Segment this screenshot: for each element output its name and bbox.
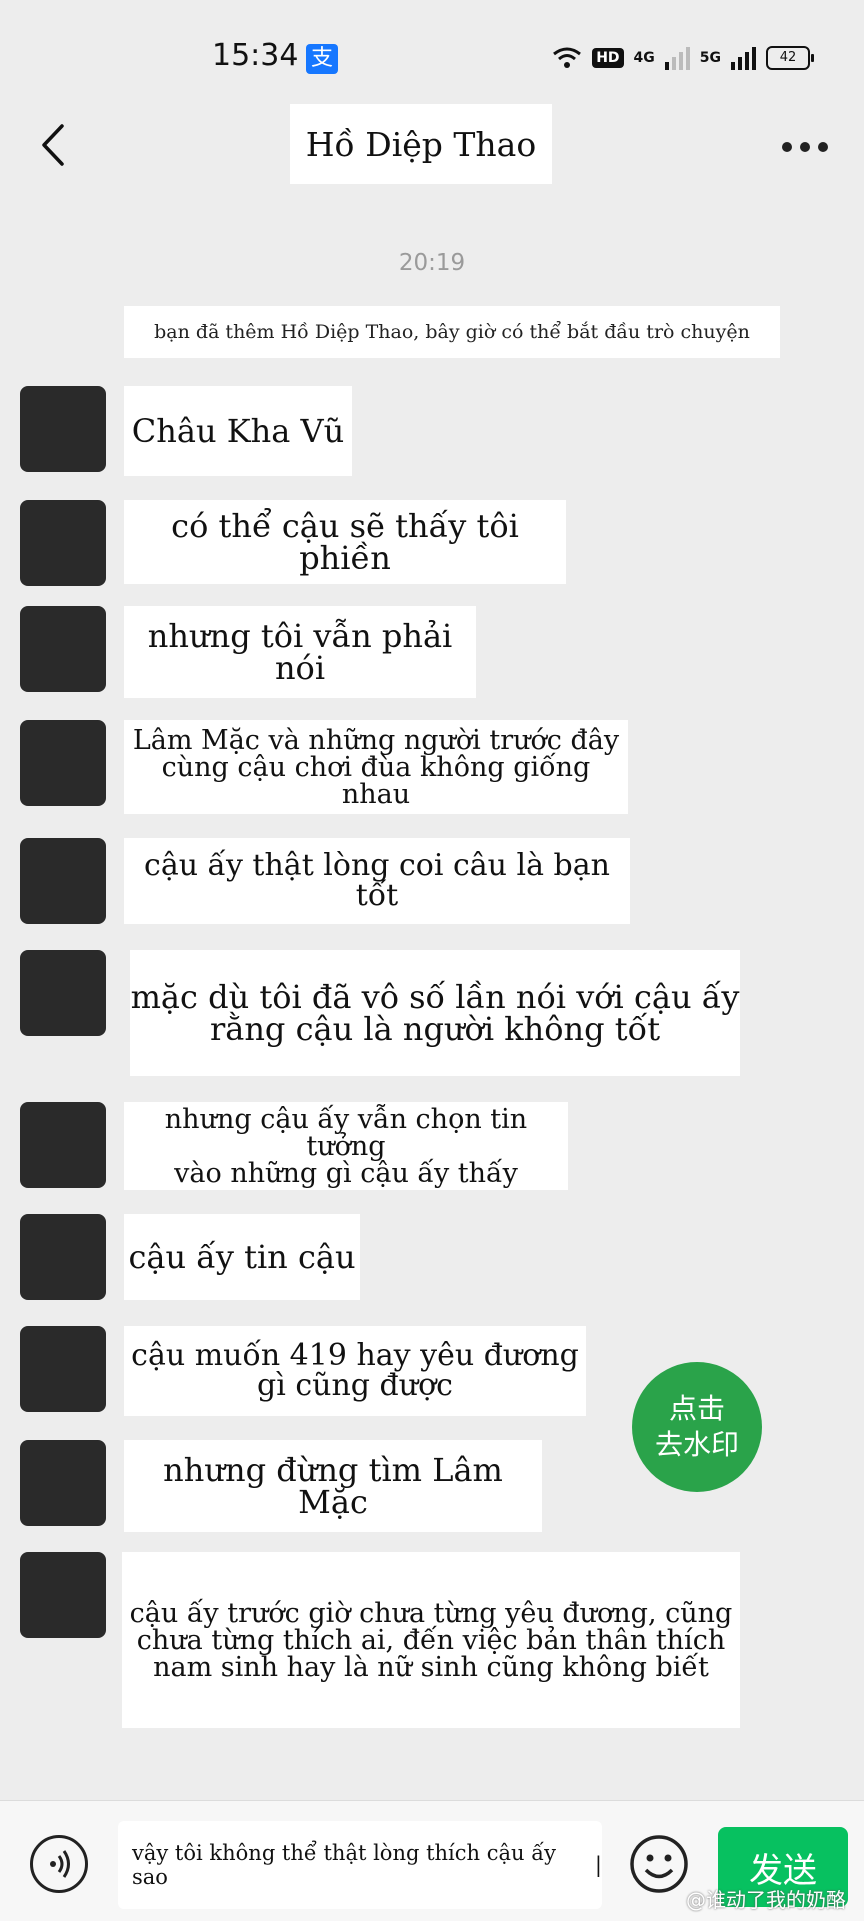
message-text-line: cùng cậu chơi đùa không giống nhau [161, 751, 591, 810]
message-bubble: cậu muốn 419 hay yêu đương gì cũng được [124, 1326, 586, 1416]
avatar[interactable] [20, 1102, 106, 1188]
message-bubble: nhưng đừng tìm Lâm Mặc [124, 1440, 542, 1532]
more-button[interactable] [782, 142, 828, 152]
message-text-line: vào những gì cậu ấy thấy [174, 1157, 518, 1189]
message-text-line: cậu ấy trước giờ chưa từng yêu đương, cũ… [129, 1597, 733, 1629]
chat-header: Hồ Diệp Thao [0, 100, 864, 200]
avatar[interactable] [20, 720, 106, 806]
voice-icon [50, 1850, 70, 1878]
avatar[interactable] [20, 1214, 106, 1300]
network-4g-label: 4G [633, 50, 655, 66]
message-row: cậu ấy thật lòng coi câu là bạn tốt [0, 838, 864, 928]
message-bubble: cậu ấy trước giờ chưa từng yêu đương, cũ… [122, 1552, 740, 1728]
status-indicators: HD 4G 5G 42 [552, 42, 814, 74]
chat-title: Hồ Diệp Thao [290, 104, 552, 184]
message-bubble: có thể cậu sẽ thấy tôi phiền [124, 500, 566, 584]
message-text-line: nhưng cậu ấy vẫn chọn tin tưởng [164, 1103, 528, 1162]
text-cursor: | [594, 1853, 602, 1877]
message-bubble: Châu Kha Vũ [124, 386, 352, 476]
remove-watermark-line1: 点击 [668, 1391, 725, 1425]
message-row: có thể cậu sẽ thấy tôi phiền [0, 500, 864, 590]
signal-bars-icon [664, 46, 690, 70]
watermark-credit: @谁动了我的奶酪 [686, 1888, 846, 1912]
avatar[interactable] [20, 1440, 106, 1526]
message-text: nhưng tôi vẫn phải nói [147, 617, 453, 687]
remove-watermark-button[interactable]: 点击 去水印 [632, 1362, 762, 1492]
message-bubble: mặc dù tôi đã vô số lần nói với cậu ấy r… [130, 950, 740, 1076]
message-bubble: nhưng cậu ấy vẫn chọn tin tưởng vào nhữn… [124, 1102, 568, 1190]
alipay-icon: 支 [306, 44, 338, 74]
message-input[interactable]: vậy tôi không thể thật lòng thích cậu ấy… [118, 1821, 602, 1909]
emoji-icon [630, 1835, 688, 1893]
wifi-icon [553, 47, 582, 68]
message-text: nhưng đừng tìm Lâm Mặc [163, 1451, 503, 1521]
message-timestamp: 20:19 [398, 250, 466, 276]
emoji-button[interactable] [628, 1833, 690, 1895]
hd-badge: HD [592, 48, 624, 68]
message-bubble: cậu ấy thật lòng coi câu là bạn tốt [124, 838, 630, 924]
chevron-left-icon [42, 124, 64, 166]
back-button[interactable] [34, 120, 74, 170]
avatar[interactable] [20, 1552, 106, 1638]
message-row: cậu ấy trước giờ chưa từng yêu đương, cũ… [0, 1552, 864, 1734]
voice-button[interactable] [30, 1835, 88, 1893]
message-text: Châu Kha Vũ [131, 412, 345, 450]
system-note: bạn đã thêm Hồ Diệp Thao, bây giờ có thể… [124, 306, 780, 358]
battery-icon: 42 [766, 46, 814, 70]
network-5g-label: 5G [699, 50, 721, 66]
message-row: nhưng tôi vẫn phải nói [0, 606, 864, 702]
message-text-line: mặc dù tôi đã vô số lần nói với cậu ấy [130, 978, 740, 1016]
more-dots-icon [782, 142, 792, 152]
avatar[interactable] [20, 838, 106, 924]
message-bubble: Lâm Mặc và những người trước đây cùng cậ… [124, 720, 628, 814]
message-bubble: cậu ấy tin cậu [124, 1214, 360, 1300]
status-bar: 15:34 支 HD 4G 5G 42 [0, 0, 864, 100]
message-row: Lâm Mặc và những người trước đây cùng cậ… [0, 720, 864, 816]
remove-watermark-line2: 去水印 [654, 1428, 739, 1461]
avatar[interactable] [20, 606, 106, 692]
avatar[interactable] [20, 500, 106, 586]
message-text-line: gì cũng được [257, 1368, 453, 1403]
message-text-line: chưa từng thích ai, đến việc bản thân th… [136, 1624, 726, 1656]
message-row: mặc dù tôi đã vô số lần nói với cậu ấy r… [0, 950, 864, 1080]
message-bubble: nhưng tôi vẫn phải nói [124, 606, 476, 698]
message-row: Châu Kha Vũ [0, 386, 864, 482]
avatar[interactable] [20, 950, 106, 1036]
avatar[interactable] [20, 1326, 106, 1412]
message-text: có thể cậu sẽ thấy tôi phiền [171, 507, 519, 577]
signal-bars-icon [731, 46, 756, 70]
message-row: nhưng cậu ấy vẫn chọn tin tưởng vào nhữn… [0, 1102, 864, 1198]
message-input-value: vậy tôi không thể thật lòng thích cậu ấy… [132, 1841, 556, 1889]
message-text: cậu ấy tin cậu [128, 1238, 356, 1276]
message-text-line: nam sinh hay là nữ sinh cũng không biết [153, 1651, 709, 1683]
message-text: cậu ấy thật lòng coi câu là bạn tốt [144, 848, 610, 913]
message-text-line: Lâm Mặc và những người trước đây [132, 724, 620, 756]
message-text-line: rằng cậu là người không tốt [209, 1010, 661, 1048]
avatar[interactable] [20, 386, 106, 472]
status-time: 15:34 [212, 38, 299, 73]
message-row: cậu ấy tin cậu [0, 1214, 864, 1304]
message-text-line: cậu muốn 419 hay yêu đương [131, 1338, 579, 1373]
